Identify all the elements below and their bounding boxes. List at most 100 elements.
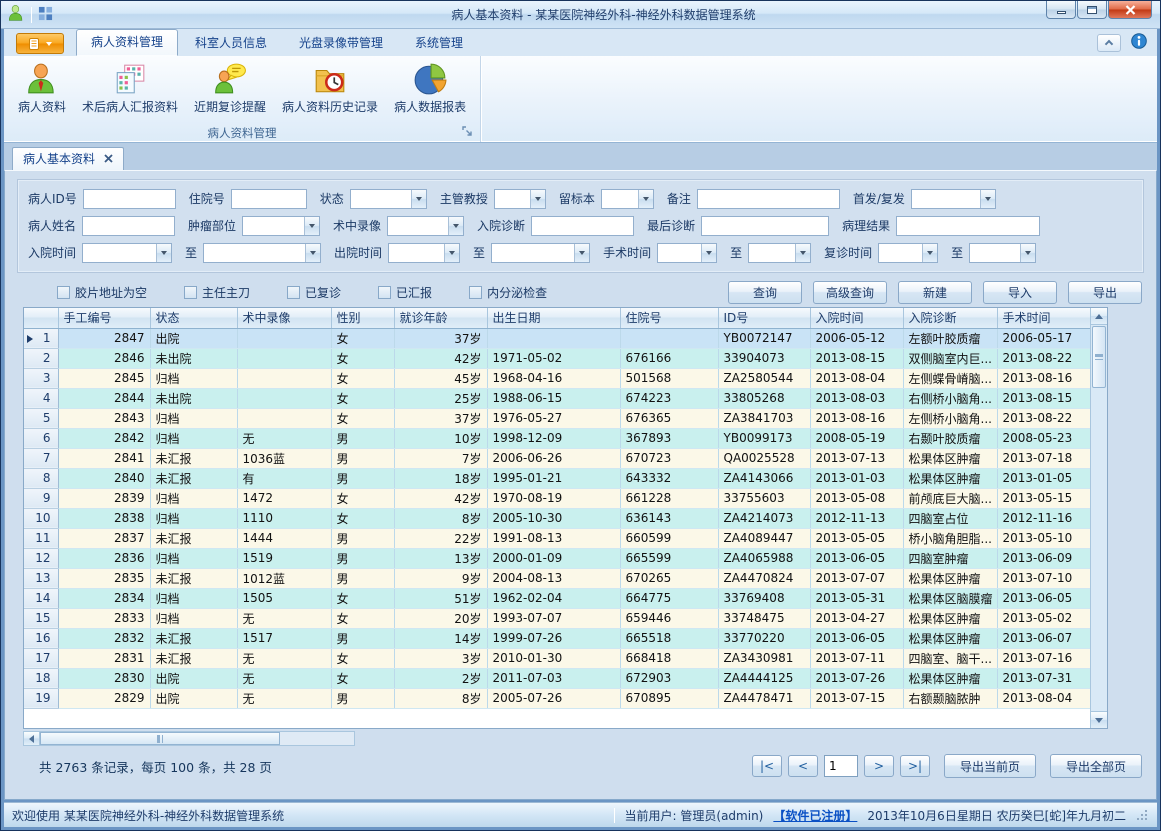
cell[interactable]: 归档 — [150, 508, 237, 528]
column-header-1[interactable]: 状态 — [150, 308, 237, 328]
cell[interactable]: 676166 — [620, 348, 718, 368]
new-button[interactable]: 新建 — [898, 281, 972, 304]
ribbon-button-data-reports[interactable]: 病人数据报表 — [386, 60, 474, 116]
cell[interactable]: 1036蓝 — [237, 448, 331, 468]
cell[interactable]: 无 — [237, 688, 331, 708]
maximize-button[interactable] — [1077, 1, 1107, 19]
last-page-button[interactable]: >| — [900, 755, 930, 777]
cell[interactable]: 2835 — [58, 568, 150, 588]
scroll-down-icon[interactable] — [1091, 711, 1107, 728]
cell[interactable]: 女 — [331, 328, 394, 348]
export-current-page-button[interactable]: 导出当前页 — [944, 754, 1036, 778]
cell[interactable]: 2013-07-13 — [810, 448, 903, 468]
ribbon-tab-2[interactable]: 光盘录像带管理 — [284, 30, 398, 56]
cell[interactable]: 2013-07-15 — [810, 688, 903, 708]
cell[interactable]: ZA4470824 — [718, 568, 810, 588]
cell[interactable]: 2013-05-10 — [997, 528, 1090, 548]
column-header-10[interactable]: 手术时间 — [997, 308, 1090, 328]
vertical-scrollbar-thumb[interactable] — [1092, 326, 1106, 388]
cell[interactable]: 13岁 — [394, 548, 487, 568]
cell[interactable]: 1993-07-07 — [487, 608, 620, 628]
cell[interactable]: 女 — [331, 488, 394, 508]
cell[interactable]: 643332 — [620, 468, 718, 488]
filter-status-combo[interactable] — [350, 189, 427, 209]
cell[interactable] — [237, 408, 331, 428]
cell[interactable]: 松果体区肿瘤 — [903, 668, 997, 688]
cell[interactable] — [237, 388, 331, 408]
cell[interactable]: 2013-08-16 — [810, 408, 903, 428]
cell[interactable]: 1444 — [237, 528, 331, 548]
dialog-launcher-icon[interactable] — [462, 126, 473, 140]
cell[interactable]: 未出院 — [150, 388, 237, 408]
cell[interactable]: 661228 — [620, 488, 718, 508]
cell[interactable]: 2847 — [58, 328, 150, 348]
cell[interactable]: 2843 — [58, 408, 150, 428]
combo-arrow-icon[interactable] — [530, 190, 545, 208]
cell[interactable]: 归档 — [150, 368, 237, 388]
first-page-button[interactable]: |< — [752, 755, 782, 777]
scroll-up-icon[interactable] — [1091, 308, 1107, 325]
row-header-cell[interactable]: 11 — [24, 528, 58, 548]
collapse-ribbon-button[interactable] — [1097, 34, 1121, 52]
cell[interactable]: 2842 — [58, 428, 150, 448]
cell[interactable]: 670895 — [620, 688, 718, 708]
cell[interactable]: 松果体区肿瘤 — [903, 628, 997, 648]
import-button[interactable]: 导入 — [983, 281, 1057, 304]
cell[interactable]: 女 — [331, 508, 394, 528]
cell[interactable]: 2013-07-11 — [810, 648, 903, 668]
cell[interactable]: 2833 — [58, 608, 150, 628]
cell[interactable]: 2013-08-04 — [810, 368, 903, 388]
cell[interactable]: 672903 — [620, 668, 718, 688]
cell[interactable]: 2837 — [58, 528, 150, 548]
ribbon-tab-0[interactable]: 病人资料管理 — [76, 29, 178, 56]
cell[interactable]: 1971-05-02 — [487, 348, 620, 368]
cell[interactable]: 女 — [331, 608, 394, 628]
cell[interactable]: 男 — [331, 528, 394, 548]
cell[interactable]: 2013-05-08 — [810, 488, 903, 508]
cell[interactable]: 1976-05-27 — [487, 408, 620, 428]
filter-discharge_to-combo[interactable] — [491, 243, 590, 263]
row-header-cell[interactable]: 15 — [24, 608, 58, 628]
export-button[interactable]: 导出 — [1068, 281, 1142, 304]
cell[interactable]: 女 — [331, 648, 394, 668]
cell[interactable]: 20岁 — [394, 608, 487, 628]
combo-arrow-icon[interactable] — [638, 190, 653, 208]
cell[interactable]: ZA4214073 — [718, 508, 810, 528]
row-header-cell[interactable]: 13 — [24, 568, 58, 588]
cell[interactable]: 501568 — [620, 368, 718, 388]
cell[interactable]: 男 — [331, 548, 394, 568]
combo-arrow-icon[interactable] — [444, 244, 459, 262]
cell[interactable]: 1988-06-15 — [487, 388, 620, 408]
cell[interactable]: 33769408 — [718, 588, 810, 608]
row-header-cell[interactable]: 6 — [24, 428, 58, 448]
cell[interactable]: 归档 — [150, 488, 237, 508]
cell[interactable]: 四脑室肿瘤 — [903, 548, 997, 568]
cell[interactable]: 2013-07-07 — [810, 568, 903, 588]
cell[interactable]: 2013-08-15 — [997, 388, 1090, 408]
cell[interactable]: 桥小脑角胆脂... — [903, 528, 997, 548]
cell[interactable]: 女 — [331, 668, 394, 688]
cell[interactable]: 33904073 — [718, 348, 810, 368]
cell[interactable]: 2013-07-31 — [997, 668, 1090, 688]
row-header-cell[interactable]: 3 — [24, 368, 58, 388]
cell[interactable]: 2006-05-12 — [810, 328, 903, 348]
cell[interactable]: 2013-08-03 — [810, 388, 903, 408]
cell[interactable]: ZA4143066 — [718, 468, 810, 488]
filter-hospital_no-input[interactable] — [231, 189, 307, 209]
cell[interactable]: 2830 — [58, 668, 150, 688]
cell[interactable]: 2013-05-15 — [997, 488, 1090, 508]
cell[interactable]: 665518 — [620, 628, 718, 648]
combo-arrow-icon[interactable] — [448, 217, 463, 235]
info-icon[interactable] — [1131, 33, 1147, 52]
vertical-scrollbar[interactable] — [1090, 308, 1107, 728]
cell[interactable]: 未汇报 — [150, 628, 237, 648]
cell[interactable]: 未汇报 — [150, 568, 237, 588]
combo-arrow-icon[interactable] — [922, 244, 937, 262]
close-button[interactable] — [1108, 1, 1152, 19]
cell[interactable]: 未汇报 — [150, 528, 237, 548]
cell[interactable]: 10岁 — [394, 428, 487, 448]
cell[interactable]: 674223 — [620, 388, 718, 408]
row-header-cell[interactable]: 10 — [24, 508, 58, 528]
combo-arrow-icon[interactable] — [411, 190, 426, 208]
cell[interactable]: 2006-05-17 — [997, 328, 1090, 348]
